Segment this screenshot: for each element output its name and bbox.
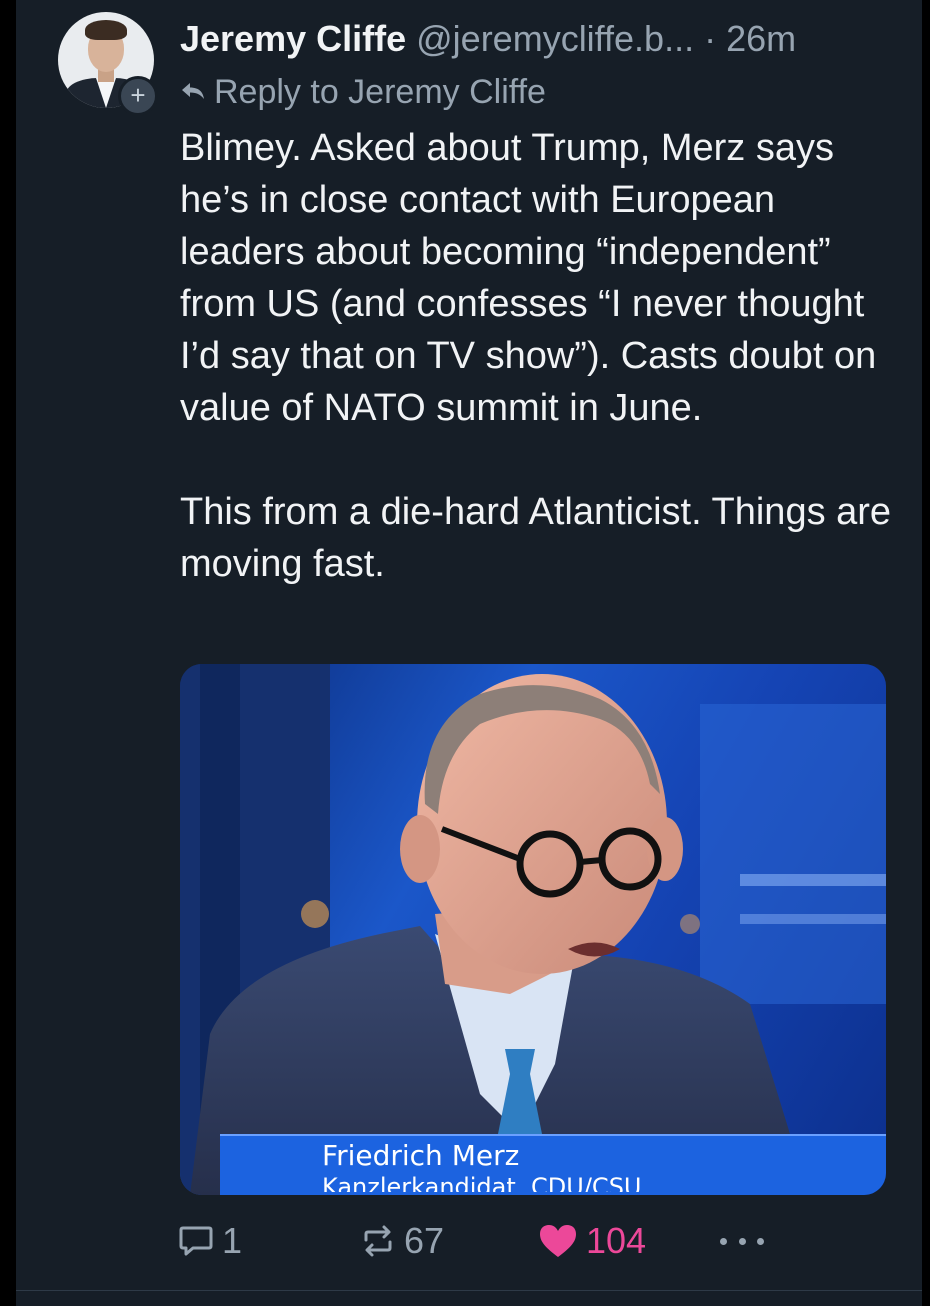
heart-icon [540, 1225, 576, 1257]
post-divider [16, 1290, 922, 1291]
like-count: 104 [586, 1220, 647, 1261]
reply-count: 1 [222, 1220, 243, 1261]
author-handle[interactable]: @jeremycliffe.b... [416, 18, 694, 59]
repost-count: 67 [404, 1220, 445, 1261]
more-options-button[interactable] [720, 1216, 764, 1266]
reply-to-text: Reply to Jeremy Cliffe [214, 73, 546, 111]
reply-arrow-icon [182, 83, 204, 100]
merz-photo [180, 664, 886, 1195]
like-button[interactable]: 104 [538, 1216, 646, 1266]
author-name[interactable]: Jeremy Cliffe [180, 18, 406, 59]
follow-button[interactable]: + [118, 76, 158, 116]
reply-button[interactable]: 1 [178, 1216, 242, 1266]
post-image[interactable] [180, 664, 886, 1195]
repost-arrows-icon [364, 1225, 392, 1257]
repost-button[interactable]: 67 [360, 1216, 444, 1266]
post-text: Blimey. Asked about Trump, Merz says he’… [180, 127, 892, 585]
more-dots-icon [720, 1237, 727, 1245]
speech-bubble-icon [179, 1226, 213, 1256]
post-header: Jeremy Cliffe @jeremycliffe.b... · 26m [180, 14, 900, 64]
reply-to-line[interactable]: Reply to Jeremy Cliffe [180, 68, 546, 116]
header-separator: · [694, 18, 727, 59]
post-time[interactable]: 26m [726, 18, 796, 59]
